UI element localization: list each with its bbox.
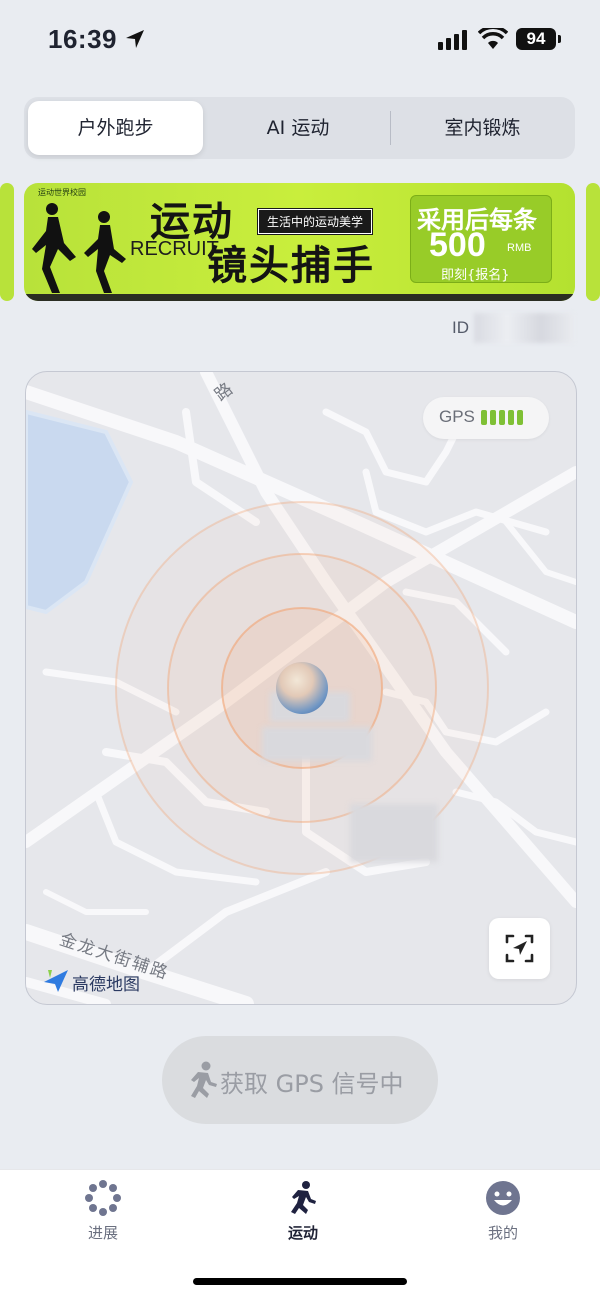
location-arrow-icon	[126, 30, 144, 48]
status-time: 16:39	[48, 24, 117, 54]
gps-bar	[517, 410, 523, 425]
tab-indoor-workout[interactable]: 室内锻炼	[394, 101, 571, 155]
nav-label-sport: 运动	[287, 1224, 318, 1242]
promo-banner[interactable]: 运动世界校园 运动 生活中的运动美学 RECRUIT 镜头捕手 采用后每条 50…	[24, 183, 575, 301]
banner-recruit: RECRUIT	[130, 238, 219, 260]
gps-signal-bars	[481, 410, 526, 429]
amap-logo-icon	[44, 970, 68, 992]
home-indicator[interactable]	[193, 1278, 407, 1285]
cellular-signal-icon	[438, 30, 467, 50]
runner-icon	[191, 1061, 217, 1098]
user-avatar[interactable]	[276, 662, 328, 714]
nav-item-me[interactable]: 我的	[443, 1180, 563, 1260]
gps-bar	[481, 410, 487, 425]
runners-illustration	[32, 203, 126, 293]
gps-bar	[499, 410, 505, 425]
battery-tip	[558, 35, 561, 43]
banner-offer-box: 采用后每条 500 RMB 即刻{报名}	[410, 195, 552, 283]
place-label-redacted	[350, 804, 438, 862]
banner-prev-peek[interactable]	[0, 183, 14, 301]
nav-item-progress[interactable]: 进展	[43, 1180, 163, 1260]
offer-unit: RMB	[507, 242, 532, 254]
amap-logo-text: 高德地图	[72, 975, 140, 995]
progress-dots-icon	[85, 1180, 121, 1216]
banner-bottom-strip	[24, 294, 575, 301]
tab-divider	[390, 111, 391, 145]
smiley-face-icon	[486, 1181, 520, 1215]
nav-label-progress: 进展	[87, 1224, 118, 1242]
banner-title-line2: 镜头捕手	[207, 243, 375, 289]
acquire-gps-button[interactable]: 获取 GPS 信号中	[162, 1036, 438, 1124]
offer-amount: 500	[429, 226, 486, 264]
gps-bar	[490, 410, 496, 425]
acquire-gps-label: 获取 GPS 信号中	[220, 1070, 404, 1098]
user-detail-redacted	[262, 727, 372, 761]
banner-tag: 生活中的运动美学	[256, 208, 374, 235]
gps-label: GPS	[439, 407, 475, 426]
runner-icon	[291, 1181, 316, 1214]
nav-item-sport[interactable]: 运动	[243, 1180, 363, 1260]
offer-cta: 即刻{报名}	[441, 268, 510, 283]
locate-me-button[interactable]	[489, 918, 550, 979]
wifi-icon	[478, 28, 508, 49]
sport-mode-tabs: 户外跑步 AI 运动 室内锻炼	[24, 97, 575, 159]
map-view[interactable]: 路 金龙大街辅路 GPS 高德地图	[25, 371, 577, 1005]
locate-icon	[505, 934, 534, 963]
battery-icon: 94	[516, 28, 556, 50]
user-id-label: ID	[452, 318, 469, 337]
status-bar: 16:39 94	[0, 0, 600, 80]
nav-label-me: 我的	[487, 1224, 518, 1242]
tab-outdoor-run[interactable]: 户外跑步	[28, 101, 203, 155]
gps-status-pill: GPS	[423, 397, 549, 439]
user-id-redacted	[474, 313, 574, 343]
gps-bar	[508, 410, 514, 425]
banner-next-peek[interactable]	[586, 183, 600, 301]
tab-ai-sport[interactable]: AI 运动	[210, 101, 386, 155]
